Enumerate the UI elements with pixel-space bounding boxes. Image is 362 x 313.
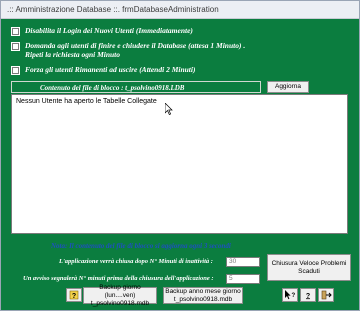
backup-year-button[interactable]: Backup anno mese giorno t_psolvino0918.m… xyxy=(163,287,243,304)
quick-close-button[interactable]: Chiusura Veloce Problemi Scaduti xyxy=(267,254,351,281)
info-icon: ? xyxy=(306,293,310,300)
lock-file-label: Contenuto del file di blocco : t_psolvin… xyxy=(11,81,261,93)
option-disable-login[interactable]: Disabilita il Login dei Nuovi Utenti (Im… xyxy=(11,26,193,36)
help-cursor-button[interactable]: ? xyxy=(282,288,298,302)
option-label-line2: Ripeti la richiesta ogni Minuto xyxy=(25,50,121,59)
backup-day-line1: Backup giorno (lun....ven) xyxy=(99,283,141,299)
admin-window: .:: Amministrazione Database ::. frmData… xyxy=(0,0,360,311)
exit-icon xyxy=(321,290,332,300)
close-after-label: L'applicazione verrà chiusa dopo N° Minu… xyxy=(59,258,213,265)
exit-button[interactable] xyxy=(318,288,334,302)
backup-year-line1: Backup anno mese giorno xyxy=(165,287,241,295)
option-force-exit[interactable]: Forza gli utenti Rimanenti ad uscire (At… xyxy=(11,65,195,75)
option-label: Disabilita il Login dei Nuovi Utenti (Im… xyxy=(25,26,193,35)
title-bar: .:: Amministrazione Database ::. frmData… xyxy=(1,1,359,19)
help-icon: ? xyxy=(69,290,79,300)
backup-day-button[interactable]: Backup giorno (lun....ven) t_psolvino091… xyxy=(83,283,157,307)
checkbox-force-exit[interactable] xyxy=(11,66,20,75)
info-button[interactable]: ? xyxy=(300,288,316,302)
option-label: Domanda agli utenti di finire e chiudere… xyxy=(25,41,246,50)
warn-before-label: Un avviso segnalerà N° minuti prima dell… xyxy=(23,275,214,282)
svg-text:?: ? xyxy=(72,293,76,300)
warn-before-field[interactable]: 5 xyxy=(226,274,260,284)
refresh-note: Nota: Il contenuto del file di blocco si… xyxy=(51,242,231,250)
help-cursor-icon: ? xyxy=(284,290,295,300)
help-button[interactable]: ? xyxy=(66,288,82,302)
refresh-button[interactable]: Aggiorna xyxy=(267,81,309,93)
option-ask-users-close[interactable]: Domanda agli utenti di finire e chiudere… xyxy=(11,41,245,59)
backup-day-line2: t_psolvino0918.mdb xyxy=(90,299,150,307)
lock-file-text: Nessun Utente ha aperto le Tabelle Colle… xyxy=(16,98,157,105)
checkbox-disable-login[interactable] xyxy=(11,27,20,36)
mouse-cursor-icon xyxy=(165,103,173,115)
lock-file-content: Nessun Utente ha aperto le Tabelle Colle… xyxy=(11,94,348,234)
checkbox-ask-users-close[interactable] xyxy=(11,42,20,51)
close-after-field[interactable]: 30 xyxy=(226,257,260,267)
option-label: Forza gli utenti Rimanenti ad uscire (At… xyxy=(25,65,196,74)
svg-text:?: ? xyxy=(291,293,295,299)
backup-year-line2: t_psolvino0918.mdb xyxy=(173,295,233,303)
